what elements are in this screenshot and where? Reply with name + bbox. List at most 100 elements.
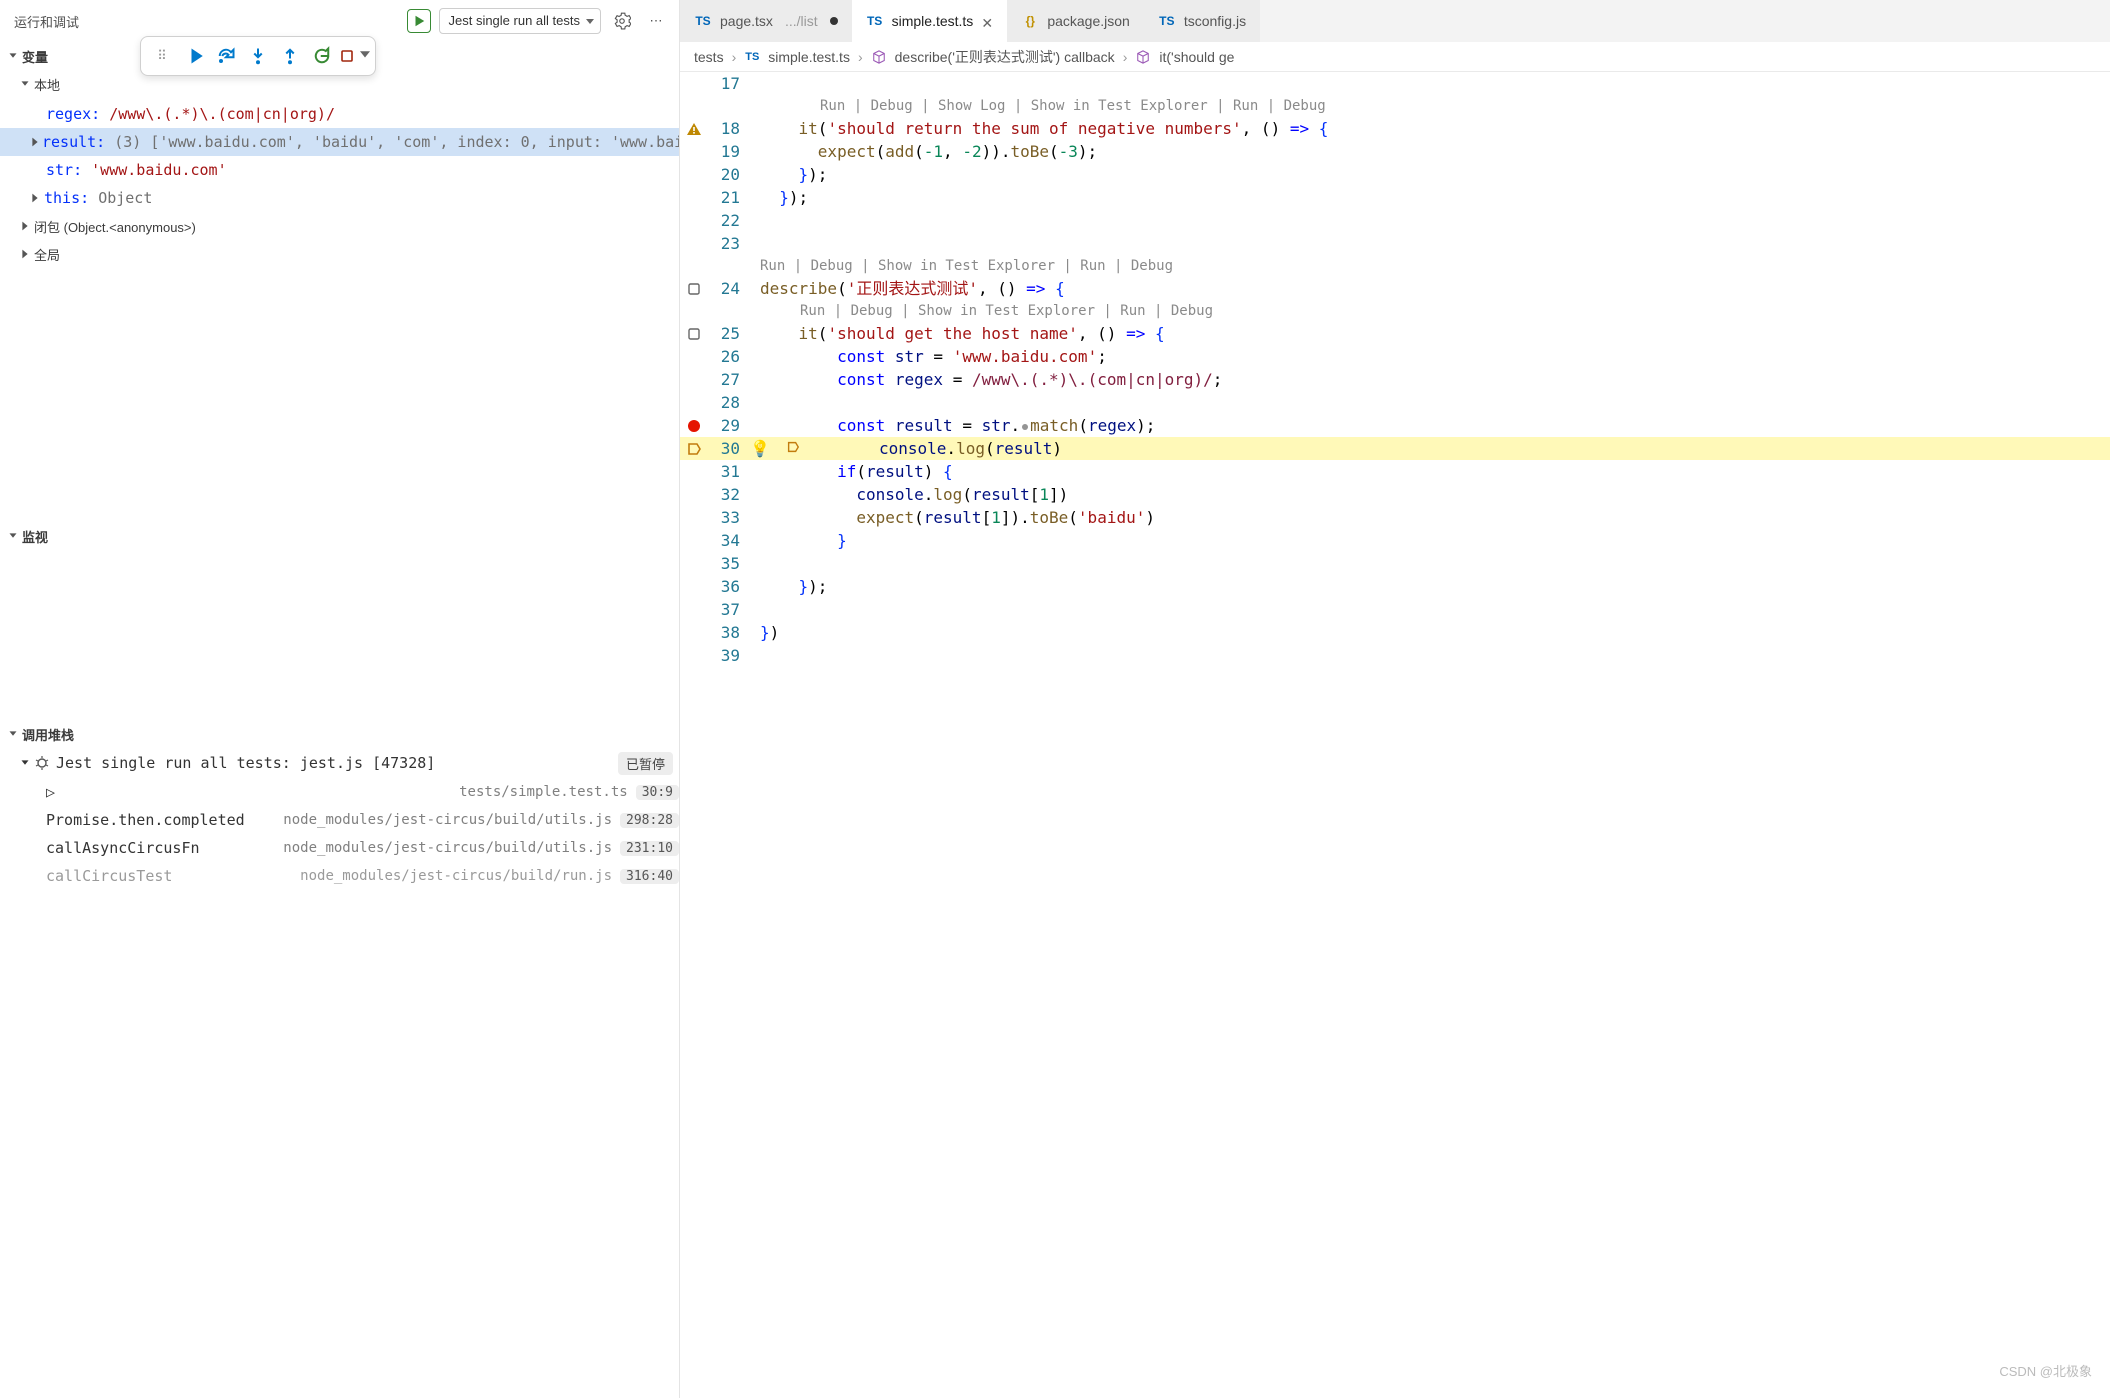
continue-button[interactable] — [179, 41, 209, 71]
var-regex[interactable]: regex: /www\.(.*)\.(com|cn|org)/ — [0, 100, 679, 128]
code-line[interactable]: 25 it('should get the host name', () => … — [680, 322, 2110, 345]
glyph-margin[interactable] — [680, 186, 708, 209]
code-line[interactable]: 26 const str = 'www.baidu.com'; — [680, 345, 2110, 368]
glyph-margin[interactable] — [680, 368, 708, 391]
breadcrumb-item[interactable]: it('should ge — [1159, 49, 1234, 65]
glyph-margin[interactable] — [680, 460, 708, 483]
code-line[interactable]: 33 expect(result[1]).toBe('baidu') — [680, 506, 2110, 529]
glyph-margin[interactable] — [680, 529, 708, 552]
codelens[interactable]: Run | Debug | Show in Test Explorer | Ru… — [680, 300, 2110, 322]
breadcrumb[interactable]: tests › TS simple.test.ts › describe('正则… — [680, 42, 2110, 72]
stack-frame[interactable]: callAsyncCircusFnnode_modules/jest-circu… — [0, 834, 679, 862]
glyph-margin[interactable] — [680, 506, 708, 529]
var-str[interactable]: str: 'www.baidu.com' — [0, 156, 679, 184]
glyph-margin[interactable] — [680, 575, 708, 598]
code-line[interactable]: 30💡 console.log(result) — [680, 437, 2110, 460]
code-line[interactable]: 28 — [680, 391, 2110, 414]
glyph-margin[interactable] — [680, 552, 708, 575]
code-line[interactable]: 31 if(result) { — [680, 460, 2110, 483]
code-line[interactable]: 39 — [680, 644, 2110, 667]
watch-header[interactable]: 监视 — [0, 522, 679, 550]
code-line[interactable]: 17 — [680, 72, 2110, 95]
line-number: 37 — [708, 598, 744, 621]
debug-title: 运行和调试 — [14, 12, 79, 31]
glyph-margin[interactable] — [680, 345, 708, 368]
line-text: expect(add(-1, -2)).toBe(-3); — [744, 140, 2110, 163]
editor-tab[interactable]: TSpage.tsx.../list — [680, 0, 852, 42]
glyph-margin[interactable] — [680, 232, 708, 255]
glyph-margin[interactable] — [680, 72, 708, 95]
glyph-margin[interactable] — [680, 140, 708, 163]
breadcrumb-item[interactable]: tests — [694, 49, 724, 65]
line-number: 30 — [708, 437, 744, 460]
restart-button[interactable] — [307, 41, 337, 71]
glyph-margin[interactable] — [680, 598, 708, 621]
codelens[interactable]: Run | Debug | Show Log | Show in Test Ex… — [680, 95, 2110, 117]
editor-tab[interactable]: TStsconfig.js — [1144, 0, 1260, 42]
stack-frame[interactable]: ▷ tests/simple.test.ts30:9 — [0, 778, 679, 806]
glyph-margin[interactable] — [680, 621, 708, 644]
line-number: 17 — [708, 72, 744, 95]
codelens[interactable]: Run | Debug | Show in Test Explorer | Ru… — [680, 255, 2110, 277]
callstack-header[interactable]: 调用堆栈 — [0, 720, 679, 748]
code-line[interactable]: 27 const regex = /www\.(.*)\.(com|cn|org… — [680, 368, 2110, 391]
line-text: if(result) { — [744, 460, 2110, 483]
glyph-margin[interactable] — [680, 437, 708, 460]
global-scope-header[interactable]: 全局 — [0, 240, 679, 268]
chevron-right-icon — [28, 191, 44, 205]
debug-config-select[interactable]: Jest single run all tests — [439, 8, 601, 34]
code-line[interactable]: 20 }); — [680, 163, 2110, 186]
editor-tab[interactable]: {}package.json — [1007, 0, 1144, 42]
editor-area: TSpage.tsx.../listTSsimple.test.ts✕{}pac… — [680, 0, 2110, 1398]
closure-scope-header[interactable]: 闭包 (Object.<anonymous>) — [0, 212, 679, 240]
step-into-button[interactable] — [243, 41, 273, 71]
code-line[interactable]: 18 it('should return the sum of negative… — [680, 117, 2110, 140]
code-line[interactable]: 23 — [680, 232, 2110, 255]
breadcrumb-item[interactable]: describe('正则表达式测试') callback — [895, 47, 1115, 67]
code-line[interactable]: 34 } — [680, 529, 2110, 552]
var-this[interactable]: this: Object — [0, 184, 679, 212]
step-over-button[interactable] — [211, 41, 241, 71]
close-icon[interactable]: ✕ — [981, 15, 993, 27]
code-line[interactable]: 32 console.log(result[1]) — [680, 483, 2110, 506]
code-line[interactable]: 37 — [680, 598, 2110, 621]
start-debug-button[interactable] — [407, 9, 431, 33]
code-line[interactable]: 29 const result = str.match(regex); — [680, 414, 2110, 437]
glyph-margin[interactable] — [680, 163, 708, 186]
editor-tab[interactable]: TSsimple.test.ts✕ — [852, 0, 1008, 42]
ellipsis-icon[interactable]: ⋯ — [643, 8, 669, 34]
step-out-button[interactable] — [275, 41, 305, 71]
line-number: 28 — [708, 391, 744, 414]
drag-handle-icon[interactable]: ⠿ — [147, 41, 177, 71]
glyph-margin[interactable] — [680, 483, 708, 506]
frame-function: Promise.then.completed — [46, 811, 245, 829]
code-line[interactable]: 19 expect(add(-1, -2)).toBe(-3); — [680, 140, 2110, 163]
code-line[interactable]: 38}) — [680, 621, 2110, 644]
stop-button[interactable] — [339, 41, 369, 71]
glyph-margin[interactable] — [680, 414, 708, 437]
chevron-down-icon[interactable] — [355, 45, 369, 68]
callstack-thread[interactable]: Jest single run all tests: jest.js [4732… — [0, 748, 679, 778]
code-line[interactable]: 21 }); — [680, 186, 2110, 209]
breadcrumb-item[interactable]: simple.test.ts — [768, 49, 850, 65]
var-value: (3) ['www.baidu.com', 'baidu', 'com', in… — [114, 133, 679, 151]
code-line[interactable]: 35 — [680, 552, 2110, 575]
var-result[interactable]: result: (3) ['www.baidu.com', 'baidu', '… — [0, 128, 679, 156]
code-line[interactable]: 24describe('正则表达式测试', () => { — [680, 277, 2110, 300]
frame-pos: 316:40 — [620, 869, 679, 884]
stack-frame[interactable]: callCircusTestnode_modules/jest-circus/b… — [0, 862, 679, 890]
lightbulb-icon[interactable]: 💡 — [750, 437, 770, 460]
code-line[interactable]: 22 — [680, 209, 2110, 232]
glyph-margin[interactable] — [680, 117, 708, 140]
glyph-margin[interactable] — [680, 644, 708, 667]
line-number: 35 — [708, 552, 744, 575]
code-line[interactable]: 36 }); — [680, 575, 2110, 598]
glyph-margin[interactable] — [680, 322, 708, 345]
stack-frame[interactable]: Promise.then.completednode_modules/jest-… — [0, 806, 679, 834]
gear-icon[interactable] — [609, 8, 635, 34]
tab-label: package.json — [1047, 13, 1130, 29]
code-editor[interactable]: 17Run | Debug | Show Log | Show in Test … — [680, 72, 2110, 1398]
glyph-margin[interactable] — [680, 391, 708, 414]
glyph-margin[interactable] — [680, 209, 708, 232]
glyph-margin[interactable] — [680, 277, 708, 300]
